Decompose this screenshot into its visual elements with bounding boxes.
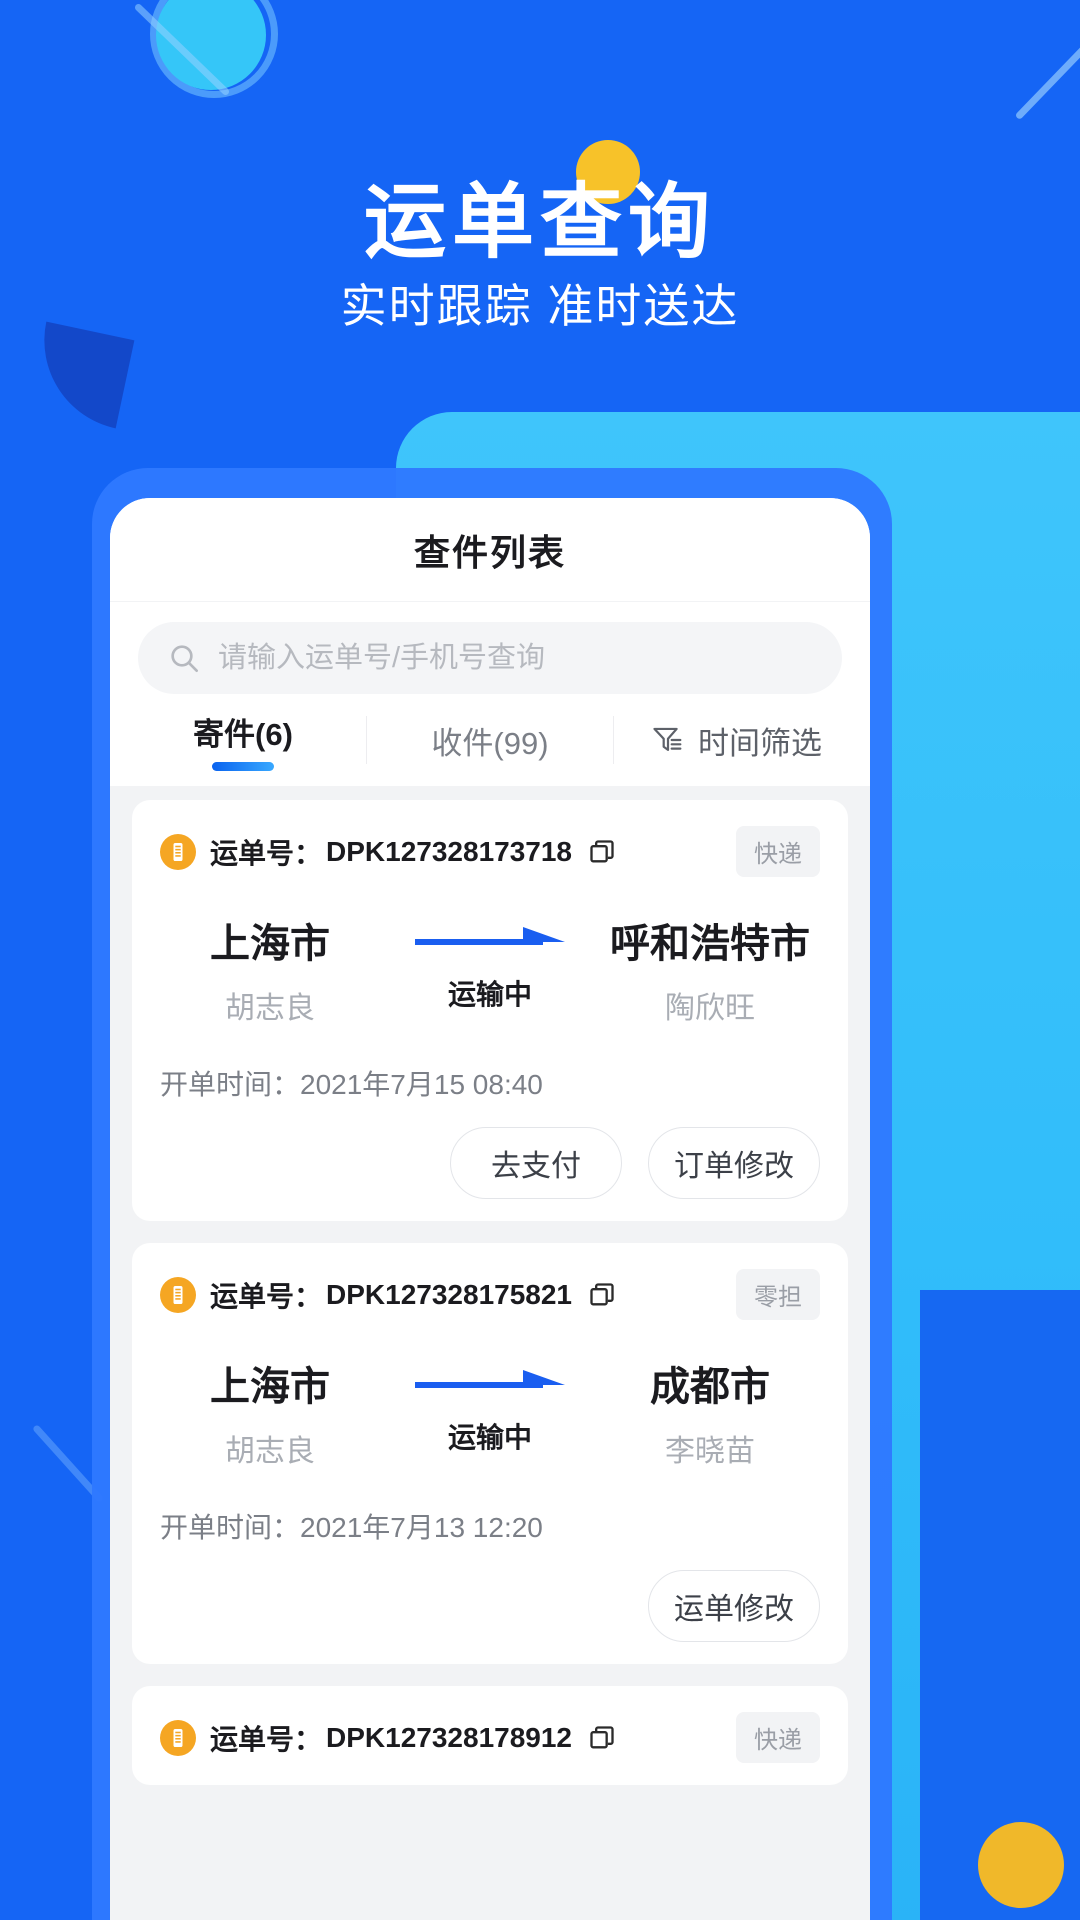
decor-circle-cyan (156, 0, 266, 90)
copy-icon[interactable] (588, 1281, 616, 1309)
copy-icon[interactable] (588, 838, 616, 866)
order-card[interactable]: 运单号： DPK127328175821 零担 上海市 胡志良 运输中 成都市 … (132, 1243, 848, 1664)
order-actions: 运单修改 (160, 1570, 820, 1642)
time-filter-button[interactable]: 时间筛选 (614, 694, 860, 786)
tab-bar: 寄件(6) 收件(99) 时间筛选 (110, 694, 870, 786)
shipment-status: 运输中 (447, 1422, 532, 1453)
copy-icon[interactable] (588, 1724, 616, 1752)
bill-time-value: 2021年7月15 08:40 (300, 1069, 543, 1100)
dest-person: 陶欣旺 (665, 992, 755, 1025)
arrow-right-icon (415, 927, 565, 945)
tab-receive[interactable]: 收件(99) (367, 694, 613, 786)
search-box[interactable] (138, 622, 842, 694)
route-row: 上海市 胡志良 运输中 呼和浩特市 陶欣旺 (160, 911, 820, 1027)
pay-button[interactable]: 去支付 (450, 1127, 622, 1199)
bill-time-label: 开单时间： (160, 1069, 301, 1100)
route-origin: 上海市 胡志良 (160, 911, 380, 1027)
dest-person: 李晓苗 (665, 1435, 755, 1468)
origin-city: 上海市 (210, 922, 330, 966)
search-icon (171, 645, 198, 672)
edit-order-button[interactable]: 订单修改 (648, 1127, 820, 1199)
bill-time-value: 2021年7月13 12:20 (300, 1512, 543, 1543)
route-row: 上海市 胡志良 运输中 成都市 李晓苗 (160, 1354, 820, 1470)
order-type-badge: 零担 (736, 1269, 820, 1320)
origin-city: 上海市 (210, 1365, 330, 1409)
page-title: 运单查询 (363, 177, 716, 268)
page-subtitle: 实时跟踪 准时送达 (340, 280, 740, 332)
document-icon (160, 1719, 196, 1756)
waybill-label: 运单号： (210, 837, 323, 869)
order-actions: 去支付 订单修改 (160, 1127, 820, 1199)
order-list[interactable]: 运单号： DPK127328173718 快递 上海市 胡志良 运输中 呼和浩特… (110, 786, 870, 1920)
order-card[interactable]: 运单号： DPK127328178912 快递 (132, 1686, 848, 1785)
origin-person: 胡志良 (225, 1435, 315, 1468)
waybill-number: DPK127328178912 (326, 1721, 572, 1753)
app-screen: 运单查询 实时跟踪 准时送达 查件列表 寄件(6) (0, 0, 1080, 1920)
dest-city: 成都市 (650, 1365, 770, 1409)
route-origin: 上海市 胡志良 (160, 1354, 380, 1470)
panel-header: 查件列表 (110, 498, 870, 602)
order-card[interactable]: 运单号： DPK127328173718 快递 上海市 胡志良 运输中 呼和浩特… (132, 800, 848, 1221)
tab-send[interactable]: 寄件(6) (120, 694, 366, 786)
waybill-label: 运单号： (210, 1723, 323, 1755)
waybill-number: DPK127328173718 (326, 835, 572, 867)
tab-receive-label: 收件(99) (431, 725, 549, 761)
decor-slash-right (1014, 34, 1080, 121)
bill-time-row: 开单时间：2021年7月15 08:40 (160, 1063, 820, 1103)
search-section (110, 602, 870, 694)
order-card-header: 运单号： DPK127328175821 零担 (160, 1269, 820, 1320)
decor-halfmoon (27, 321, 135, 429)
route-destination: 呼和浩特市 陶欣旺 (600, 911, 820, 1027)
search-input[interactable] (218, 641, 812, 675)
route-middle: 运输中 (380, 1354, 600, 1456)
document-icon (160, 1276, 196, 1313)
order-type-badge: 快递 (736, 1712, 820, 1763)
route-middle: 运输中 (380, 911, 600, 1013)
order-card-header: 运单号： DPK127328173718 快递 (160, 826, 820, 877)
document-icon (160, 833, 196, 870)
decor-slash-left (133, 2, 231, 97)
funnel-icon (653, 727, 682, 751)
arrow-right-icon (415, 1370, 565, 1388)
time-filter-label: 时间筛选 (698, 725, 822, 761)
app-panel: 查件列表 寄件(6) 收件(99) (110, 498, 870, 1920)
order-type-badge: 快递 (736, 826, 820, 877)
tab-active-indicator (212, 762, 274, 771)
bill-time-row: 开单时间：2021年7月13 12:20 (160, 1506, 820, 1546)
tab-send-label: 寄件(6) (193, 717, 293, 752)
order-card-header: 运单号： DPK127328178912 快递 (160, 1712, 820, 1763)
dest-city: 呼和浩特市 (610, 922, 810, 966)
backdrop-layer-blue-right (920, 1290, 1080, 1920)
decor-circle-outline (150, 0, 278, 98)
shipment-status: 运输中 (447, 979, 532, 1010)
bill-time-label: 开单时间： (160, 1512, 301, 1543)
origin-person: 胡志良 (225, 992, 315, 1025)
panel-title: 查件列表 (413, 531, 566, 573)
edit-waybill-button[interactable]: 运单修改 (648, 1570, 820, 1642)
waybill-label: 运单号： (210, 1280, 323, 1312)
route-destination: 成都市 李晓苗 (600, 1354, 820, 1470)
waybill-number: DPK127328175821 (326, 1278, 572, 1310)
